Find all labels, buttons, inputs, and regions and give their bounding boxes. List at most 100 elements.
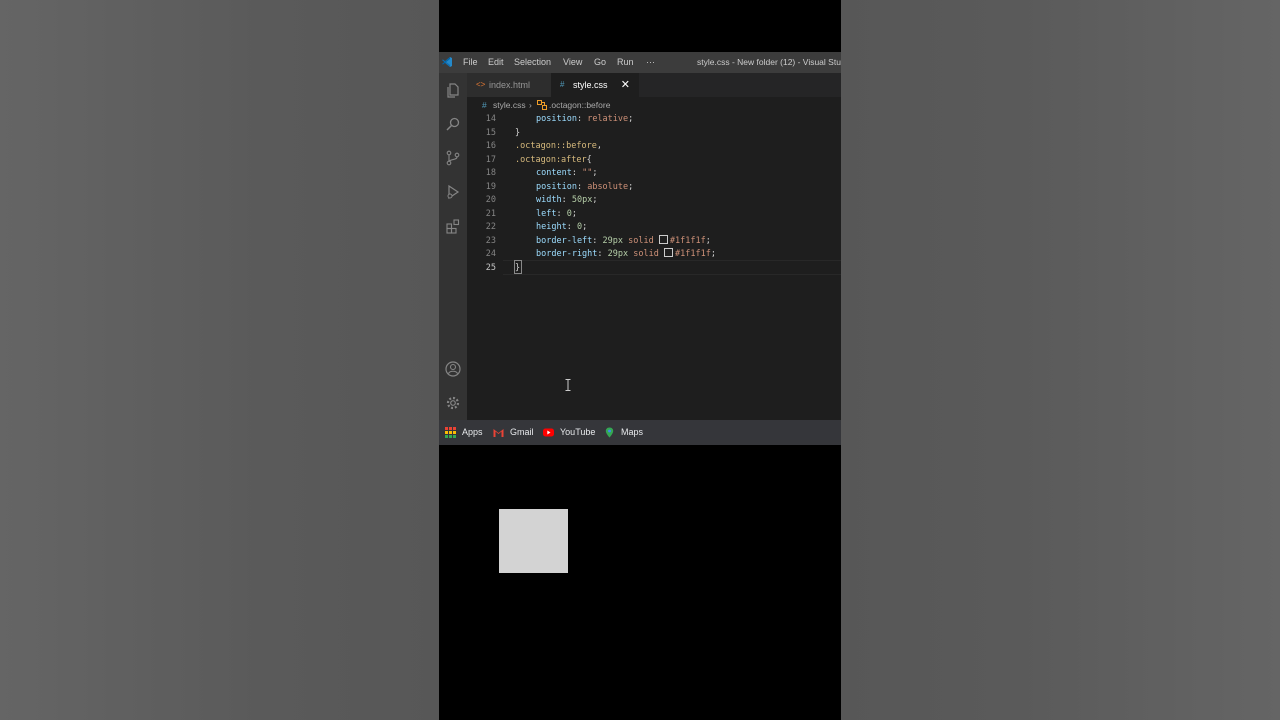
code-token: ; [628,181,634,192]
code-line[interactable]: 15} [467,127,841,141]
code-token: solid [628,249,664,259]
code-line[interactable]: 18 content: ""; [467,167,841,181]
code-token: : [556,208,567,219]
line-number: 24 [485,249,496,259]
code-text: } [515,262,520,276]
code-editor[interactable]: 14 position: relative; 15} 16 .octagon::befo… [467,113,841,420]
code-token: .octagon:after [515,154,587,165]
code-token: : [576,114,588,124]
menu-file[interactable]: File [463,57,478,67]
code-token: 50px [571,195,593,205]
explorer-icon[interactable] [445,82,461,98]
menu-more[interactable]: ··· [646,57,655,67]
html-file-icon: <> [476,80,486,89]
line-number: 21 [485,208,496,219]
code-token: ; [592,195,598,205]
bookmark-label: YouTube [560,427,596,437]
code-line[interactable]: 16 .octagon::before, [467,140,841,154]
tab-label: index.html [489,80,531,90]
tab-style-css[interactable]: # style.css ✕ [551,73,639,97]
background-right [841,0,1280,720]
search-icon[interactable] [445,116,461,132]
menu-go[interactable]: Go [594,57,606,67]
run-debug-icon[interactable] [445,184,461,200]
menu-selection[interactable]: Selection [514,57,551,67]
background-left [0,0,439,720]
code-line[interactable]: 22 height: 0; [467,221,841,235]
code-line[interactable]: 19 position: absolute; [467,181,841,195]
code-token: : [597,249,608,259]
breadcrumb: # style.css › .octagon::before [467,97,841,113]
code-token: relative [587,114,629,124]
code-token: height [536,222,567,232]
code-text: height: 0; [515,221,587,235]
breadcrumb-symbol[interactable]: .octagon::before [549,100,610,110]
code-token: ; [571,208,577,219]
code-text: width: 50px; [515,194,597,208]
menu-run[interactable]: Run [617,57,634,67]
code-line[interactable]: 21 left: 0; [467,208,841,222]
code-token: } [515,262,521,273]
code-token: ; [710,249,716,259]
code-text: .octagon::before, [515,140,602,154]
code-token: solid [623,235,659,246]
account-icon[interactable] [445,361,461,377]
bookmarks-bar: Apps Gmail YouTube Maps [439,420,841,445]
code-token: #1f1f1f [674,249,711,259]
code-token: , [596,141,603,151]
code-text: left: 0; [515,208,577,222]
code-text: } [515,127,520,141]
code-text: border-left: 29px solid #1f1f1f; [515,234,711,249]
code-token: : [592,235,603,246]
code-token: ; [628,114,634,124]
code-line[interactable]: 14 position: relative; [467,113,841,127]
code-line[interactable]: 23 border-left: 29px solid #1f1f1f; [467,234,841,249]
gmail-icon [493,429,504,437]
line-number: 20 [485,195,496,205]
code-text: position: absolute; [515,181,633,195]
code-text: border-right: 29px solid #1f1f1f; [515,248,716,262]
code-token: : [566,222,577,232]
code-token: } [515,127,521,138]
code-token: { [586,154,592,165]
menu-edit[interactable]: Edit [488,57,504,67]
line-number: 19 [485,181,496,192]
code-token: absolute [587,181,629,192]
youtube-icon [543,428,554,437]
menu-view[interactable]: View [563,57,582,67]
close-icon[interactable]: ✕ [621,73,630,97]
settings-gear-icon[interactable] [445,395,461,411]
vscode-window: File Edit Selection View Go Run ··· styl… [439,52,841,420]
code-token: #1f1f1f [669,235,706,246]
line-number: 14 [485,114,496,124]
code-token: ; [705,235,711,246]
code-line[interactable]: 25} [467,262,841,276]
line-number: 22 [485,222,496,232]
line-number: 17 [485,154,496,165]
line-number: 16 [485,141,496,151]
title-bar: File Edit Selection View Go Run ··· styl… [439,52,841,73]
editor-tabs: <> index.html # style.css ✕ [467,73,841,97]
code-token: : [576,181,588,192]
code-token: 29px [607,249,629,259]
breadcrumb-file[interactable]: style.css [493,100,526,110]
tab-index-html[interactable]: <> index.html [467,73,551,97]
source-control-icon[interactable] [445,150,461,166]
code-token: left [536,208,557,219]
window-title: style.css - New folder (12) - Visual Stu… [697,57,841,67]
code-token: border-left [536,235,593,246]
color-swatch[interactable] [663,248,673,257]
symbol-class-icon [537,100,547,110]
line-number: 15 [485,127,496,138]
rendered-preview-box [499,509,568,573]
code-line[interactable]: 17 .octagon:after{ [467,154,841,168]
code-token: content [536,168,572,178]
css-file-icon: # [560,80,565,89]
extensions-icon[interactable] [445,218,461,234]
color-swatch[interactable] [658,234,668,244]
chevron-right-icon: › [529,100,532,110]
tab-label: style.css [573,80,608,90]
code-line[interactable]: 20 width: 50px; [467,194,841,208]
code-text: position: relative; [515,113,633,127]
code-line[interactable]: 24 border-right: 29px solid #1f1f1f; [467,248,841,262]
